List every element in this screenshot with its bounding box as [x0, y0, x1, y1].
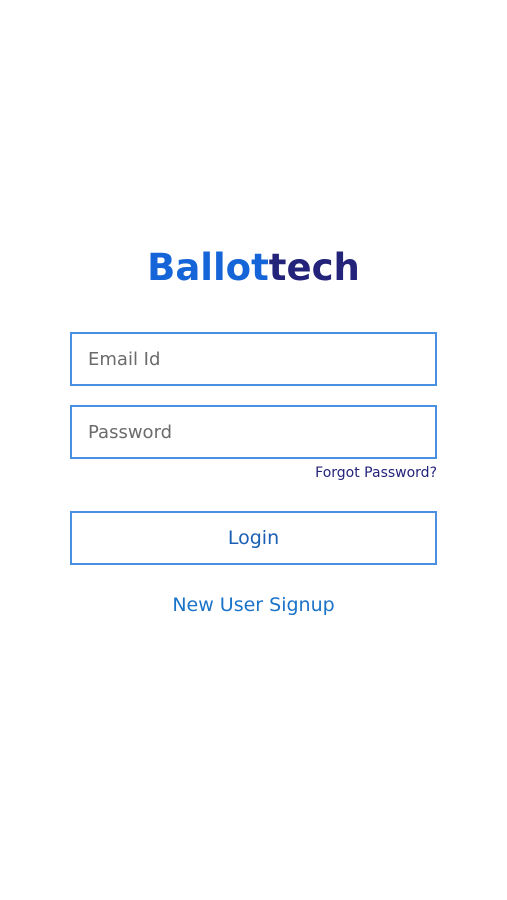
logo-text-tech: tech — [268, 246, 360, 289]
new-user-signup-link[interactable]: New User Signup — [0, 594, 507, 616]
logo-text-ballot: Ballot — [147, 246, 269, 289]
password-field[interactable] — [70, 405, 437, 459]
login-button[interactable]: Login — [70, 511, 437, 565]
forgot-password-link[interactable]: Forgot Password? — [315, 465, 437, 481]
email-field[interactable] — [70, 332, 437, 386]
app-logo: Ballottech — [0, 244, 507, 292]
